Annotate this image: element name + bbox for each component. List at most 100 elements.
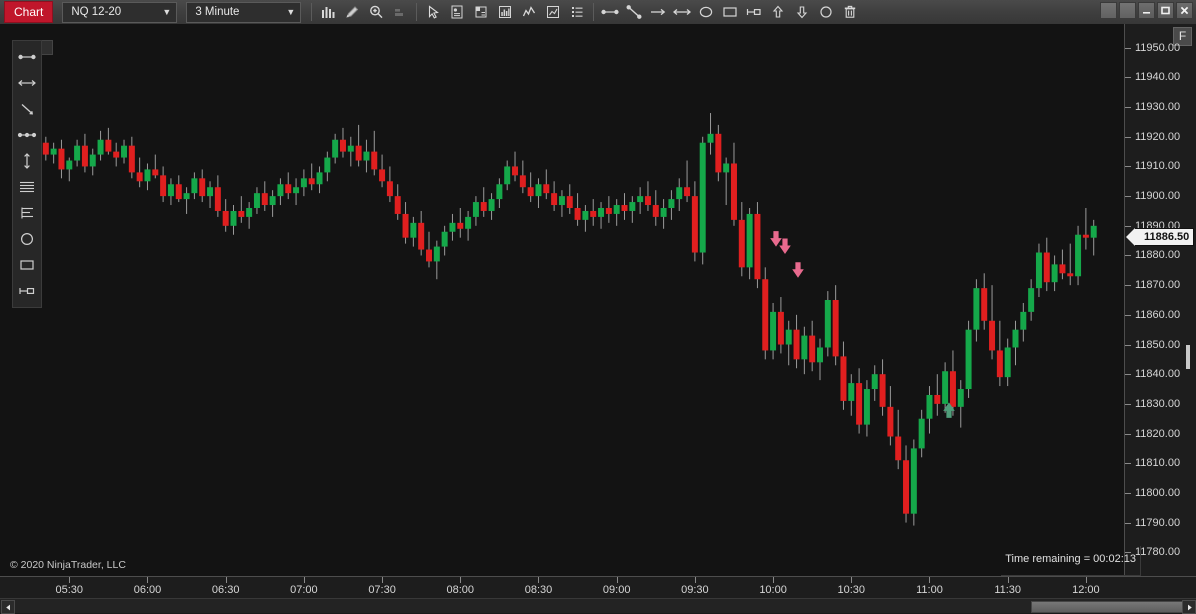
price-tick-label: 11860.00 [1135, 308, 1181, 321]
price-tick [1125, 136, 1131, 138]
time-tick-label: 06:00 [133, 584, 162, 596]
tool-regression-channel[interactable] [13, 200, 41, 226]
price-tick-label: 11840.00 [1135, 368, 1181, 381]
price-tick [1125, 522, 1131, 524]
tool-fibonacci-retracement[interactable] [13, 174, 41, 200]
tool-horizontal-line[interactable] [13, 44, 41, 70]
time-tick [1085, 577, 1087, 583]
time-tick-label: 08:30 [524, 584, 553, 596]
price-tick [1125, 492, 1131, 494]
horizontal-line-icon[interactable] [598, 1, 622, 23]
time-remaining-divider [1140, 546, 1141, 576]
price-tick [1125, 107, 1131, 109]
chart-plot-area[interactable] [0, 24, 1124, 576]
price-tick [1125, 285, 1131, 287]
data-series-icon[interactable] [316, 1, 340, 23]
price-tick-label: 11780.00 [1135, 546, 1181, 559]
time-tick [382, 577, 384, 583]
time-tick [538, 577, 540, 583]
trend-line-icon[interactable] [622, 1, 646, 23]
order-list-icon[interactable] [565, 1, 589, 23]
circle-icon[interactable] [814, 1, 838, 23]
ellipse-icon[interactable] [694, 1, 718, 23]
price-tick [1125, 403, 1131, 405]
price-tick [1125, 374, 1131, 376]
scrollbar-thumb[interactable] [1031, 601, 1183, 613]
price-tick [1125, 77, 1131, 79]
price-tick-label: 11850.00 [1135, 338, 1181, 351]
price-tick-label: 11800.00 [1135, 486, 1181, 499]
chart-trader-icon[interactable] [541, 1, 565, 23]
time-tick [694, 577, 696, 583]
trash-icon[interactable] [838, 1, 862, 23]
candlestick-series [35, 113, 1097, 526]
cursor-pointer-icon[interactable] [421, 1, 445, 23]
ninjatrader-chart-window: Chart NQ 12-20 ▼ 3 Minute ▼ F 11950.00 1… [0, 0, 1196, 614]
tool-ray[interactable] [13, 122, 41, 148]
toolbar-separator [311, 3, 313, 21]
tool-trend-line[interactable] [13, 96, 41, 122]
arrow-down-icon[interactable] [790, 1, 814, 23]
restore-alt-button[interactable] [1100, 2, 1117, 19]
maximize-button[interactable] [1157, 2, 1174, 19]
ray-icon[interactable] [646, 1, 670, 23]
price-axis[interactable]: F 11950.00 11940.00 11930.00 11920.00 11910.… [1124, 24, 1196, 576]
time-tick [69, 577, 71, 583]
time-tick-label: 12:00 [1072, 584, 1100, 596]
time-tick-label: 05:30 [55, 584, 84, 596]
window-controls [1100, 2, 1193, 19]
time-tick [460, 577, 462, 583]
tool-ellipse[interactable] [13, 226, 41, 252]
chevron-down-icon: ▼ [162, 6, 172, 17]
chart-tab[interactable]: Chart [4, 1, 54, 23]
indicators-icon[interactable] [493, 1, 517, 23]
restore-alt2-button[interactable] [1119, 2, 1136, 19]
time-tick-label: 09:00 [602, 584, 631, 596]
time-remaining-label: Time remaining = 00:02:13 [1005, 553, 1136, 565]
copyright-label: © 2020 NinjaTrader, LLC [10, 559, 126, 571]
time-axis[interactable]: 05:30 06:00 06:30 07:00 07:30 08:00 08:30 09:00… [0, 576, 1196, 599]
tool-text[interactable] [13, 278, 41, 304]
minimize-button[interactable] [1138, 2, 1155, 19]
time-tick-label: 06:30 [211, 584, 240, 596]
price-tick [1125, 225, 1131, 227]
price-tick-label: 11820.00 [1135, 427, 1181, 440]
strategies-icon[interactable] [517, 1, 541, 23]
price-tick-label: 11910.00 [1135, 160, 1181, 173]
arrow-up-icon[interactable] [766, 1, 790, 23]
time-tick [1007, 577, 1009, 583]
price-tick [1125, 166, 1131, 168]
time-tick-label: 08:00 [446, 584, 475, 596]
toolbar-separator [416, 3, 418, 21]
price-tick-label: 11880.00 [1135, 249, 1181, 262]
price-tick-label: 11930.00 [1135, 101, 1181, 114]
interval-selector[interactable]: 3 Minute ▼ [186, 1, 302, 23]
tool-vertical-measure[interactable] [13, 148, 41, 174]
zoom-in-icon[interactable] [364, 1, 388, 23]
close-button[interactable] [1176, 2, 1193, 19]
horizontal-scrollbar[interactable] [0, 598, 1196, 614]
price-tick-label: 11920.00 [1135, 130, 1181, 143]
time-tick-label: 11:00 [916, 584, 943, 596]
time-tick-label: 10:00 [759, 584, 787, 596]
instrument-selector[interactable]: NQ 12-20 ▼ [62, 1, 178, 23]
price-tick-label: 11940.00 [1135, 71, 1181, 84]
properties-icon[interactable] [445, 1, 469, 23]
time-tick-label: 09:30 [681, 584, 709, 596]
extended-line-icon[interactable] [670, 1, 694, 23]
rectangle-icon[interactable] [718, 1, 742, 23]
time-tick [225, 577, 227, 583]
chart-tab-label: Chart [14, 5, 44, 19]
data-box-icon[interactable] [469, 1, 493, 23]
tool-extended-line[interactable] [13, 70, 41, 96]
drawing-pencil-icon[interactable] [340, 1, 364, 23]
text-marker-icon[interactable] [742, 1, 766, 23]
drawing-tool-rail [12, 40, 42, 308]
vertical-scroll-indicator[interactable] [1186, 345, 1190, 369]
zoom-out-icon[interactable] [388, 1, 412, 23]
time-tick-label: 10:30 [837, 584, 866, 596]
time-tick-label: 11:30 [994, 584, 1022, 596]
tool-rectangle[interactable] [13, 252, 41, 278]
chevron-down-icon: ▼ [286, 6, 296, 17]
